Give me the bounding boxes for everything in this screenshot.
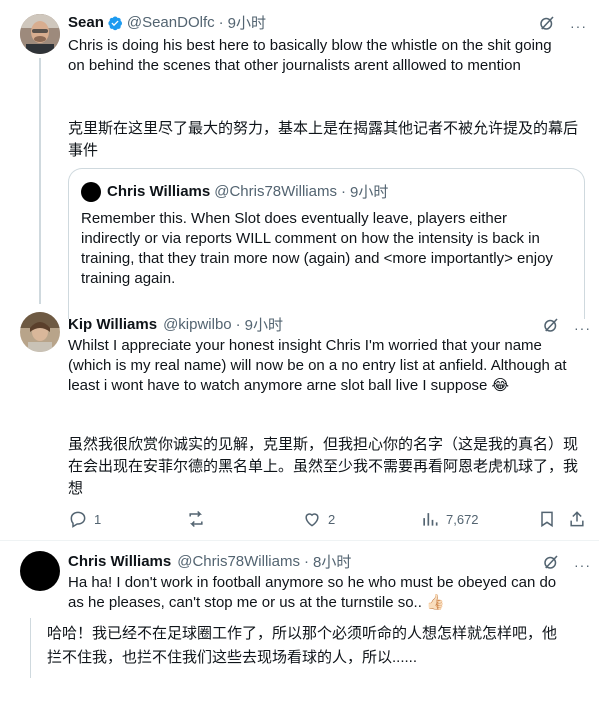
like-button[interactable]: 2	[302, 509, 335, 529]
quoted-header: Chris Williams @Chris78Williams · 9小时	[81, 181, 388, 202]
heart-icon	[305, 513, 319, 527]
avatar-photo-icon	[20, 312, 60, 352]
quoted-text: Remember this. When Slot does eventually…	[81, 210, 553, 287]
timestamp[interactable]: 9小时	[245, 314, 283, 335]
author-name[interactable]: Kip Williams	[68, 316, 157, 333]
share-icon	[570, 511, 584, 527]
tweet-translation: 克里斯在这里尽了最大的努力，基本上是在揭露其他记者不被允许提及的幕后 事件	[68, 120, 579, 159]
quoted-tweet[interactable]: Chris Williams @Chris78Williams · 9小时 Re…	[68, 168, 585, 319]
bookmark-button[interactable]	[537, 509, 557, 529]
reply-button[interactable]: 1	[68, 509, 101, 529]
translation-box: 哈哈！我已经不在足球圈工作了，所以那个必须听命的人想怎样就怎样吧，他 拦不住我，…	[30, 618, 599, 678]
tweet-text: Chris is doing his best here to basicall…	[68, 37, 552, 74]
more-options-icon[interactable]: ···	[574, 320, 591, 336]
avatar[interactable]	[20, 312, 60, 352]
tweet-header: Chris Williams @Chris78Williams · 8小时	[68, 551, 351, 572]
separator-dot: ·	[235, 316, 241, 333]
bookmark-icon	[541, 511, 553, 528]
tweet-top-actions: ···	[538, 14, 587, 37]
avatar[interactable]	[20, 551, 60, 591]
author-name[interactable]: Chris Williams	[68, 553, 171, 570]
verified-badge-icon	[107, 15, 123, 31]
author-name[interactable]: Sean	[68, 14, 104, 31]
author-handle[interactable]: @kipwilbo	[163, 316, 232, 333]
separator-dot: ·	[340, 183, 346, 200]
reply-icon	[70, 511, 86, 528]
timestamp[interactable]: 9小时	[228, 12, 266, 33]
reply-count: 1	[94, 511, 102, 527]
tweet-translation: 哈哈！我已经不在足球圈工作了，所以那个必须听命的人想怎样就怎样吧，他 拦不住我，…	[47, 625, 558, 666]
tweet-action-bar: 1 2 7,672	[68, 505, 588, 533]
tweet-text: Whilst I appreciate your honest insight …	[68, 337, 567, 394]
avatar[interactable]	[20, 14, 60, 54]
timestamp[interactable]: 8小时	[313, 551, 351, 572]
retweet-button[interactable]	[186, 509, 212, 529]
tweet-sean[interactable]: Sean @SeanDOlfc · 9小时 ··· Chris is doing…	[0, 0, 599, 320]
separator-dot: ·	[303, 553, 309, 570]
views-button[interactable]: 7,672	[420, 509, 479, 529]
author-handle[interactable]: @SeanDOlfc	[127, 14, 215, 31]
avatar	[81, 181, 101, 202]
quoted-author-name: Chris Williams	[107, 183, 211, 200]
more-options-icon[interactable]: ···	[570, 18, 587, 34]
tweet-translation: 虽然我很欣赏你诚实的见解，克里斯，但我担心你的名字（这是我的真名）现 在会出现在…	[68, 436, 579, 497]
more-options-icon[interactable]: ···	[574, 557, 591, 573]
share-button[interactable]	[567, 509, 587, 529]
tweet-chris-reply[interactable]: Chris Williams @Chris78Williams · 8小时 ··…	[0, 541, 599, 617]
grok-icon[interactable]	[538, 14, 556, 37]
retweet-icon	[189, 510, 203, 528]
quoted-author-handle: @Chris78Williams	[214, 183, 337, 200]
tweet-text: Ha ha! I don't work in football anymore …	[68, 574, 557, 611]
author-handle[interactable]: @Chris78Williams	[177, 553, 300, 570]
views-count: 7,672	[446, 511, 479, 527]
like-count: 2	[328, 511, 336, 527]
views-chart-icon	[423, 513, 438, 526]
avatar-photo-icon	[20, 14, 60, 54]
tweet-header: Kip Williams @kipwilbo · 9小时	[68, 314, 283, 335]
tweet-header: Sean @SeanDOlfc · 9小时	[68, 12, 266, 33]
separator-dot: ·	[218, 14, 224, 31]
quoted-timestamp: 9小时	[349, 184, 389, 201]
